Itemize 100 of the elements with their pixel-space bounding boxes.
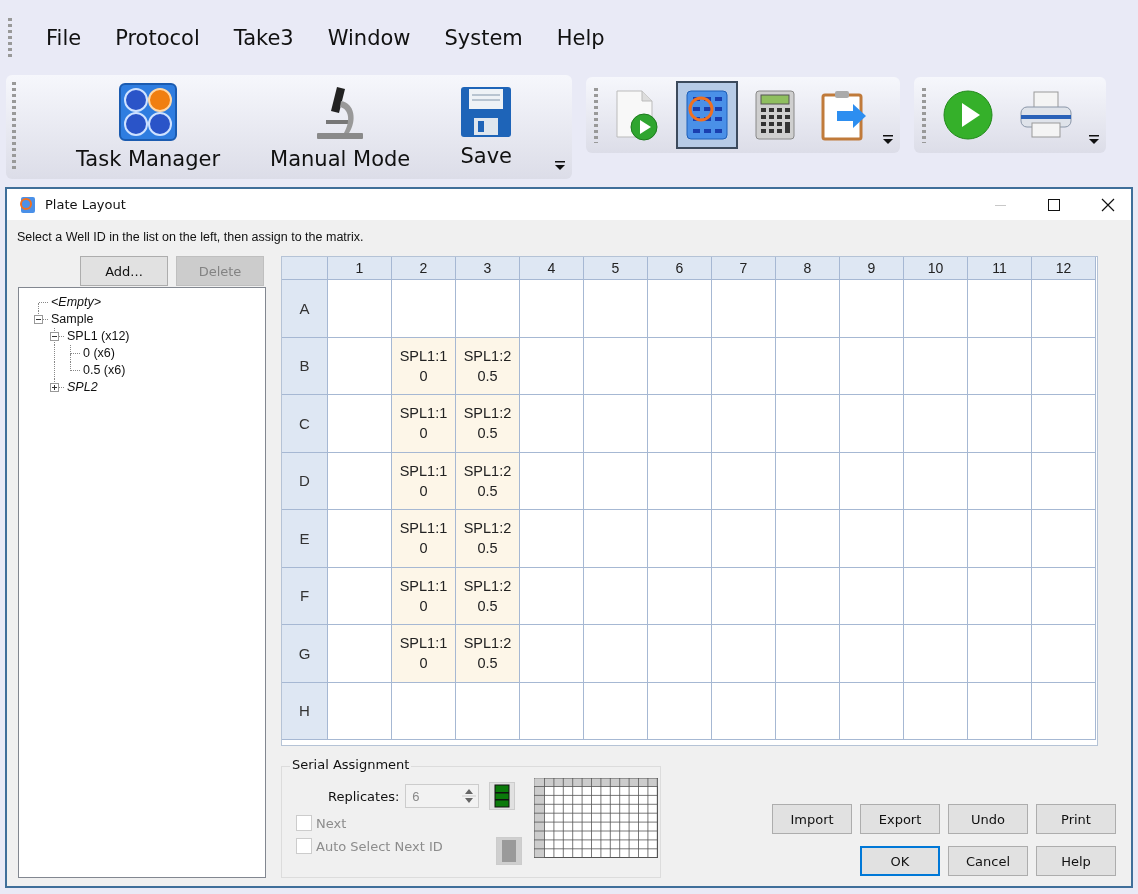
well-cell[interactable] bbox=[1032, 682, 1096, 740]
well-cell[interactable] bbox=[584, 682, 648, 740]
row-header[interactable]: B bbox=[282, 337, 328, 395]
well-cell[interactable] bbox=[648, 395, 712, 453]
column-header[interactable]: 3 bbox=[456, 257, 520, 280]
well-cell[interactable] bbox=[776, 510, 840, 568]
well-cell[interactable] bbox=[776, 280, 840, 338]
well-cell[interactable] bbox=[968, 682, 1032, 740]
well-cell[interactable] bbox=[904, 567, 968, 625]
toolbar-overflow-icon[interactable] bbox=[1088, 133, 1100, 145]
well-cell[interactable] bbox=[712, 625, 776, 683]
well-cell[interactable] bbox=[584, 452, 648, 510]
well-cell[interactable] bbox=[712, 682, 776, 740]
tree-item[interactable]: SPL1 (x12) bbox=[63, 328, 130, 345]
toolbar-button[interactable]: Save bbox=[450, 82, 523, 172]
well-cell[interactable] bbox=[1032, 395, 1096, 453]
well-cell[interactable] bbox=[520, 280, 584, 338]
well-cell[interactable] bbox=[1032, 337, 1096, 395]
well-cell[interactable] bbox=[840, 280, 904, 338]
well-cell[interactable] bbox=[840, 625, 904, 683]
well-cell[interactable] bbox=[776, 337, 840, 395]
well-cell[interactable] bbox=[328, 395, 392, 453]
well-cell[interactable] bbox=[648, 567, 712, 625]
well-cell[interactable] bbox=[968, 625, 1032, 683]
column-fill-button[interactable] bbox=[489, 782, 516, 810]
well-cell[interactable] bbox=[328, 337, 392, 395]
tree-item[interactable]: <Empty> bbox=[47, 294, 102, 311]
toolbar-button[interactable]: Manual Mode bbox=[260, 79, 421, 175]
well-cell[interactable] bbox=[904, 452, 968, 510]
well-cell[interactable] bbox=[968, 395, 1032, 453]
well-cell[interactable] bbox=[648, 682, 712, 740]
column-header[interactable]: 7 bbox=[712, 257, 776, 280]
well-cell[interactable] bbox=[904, 510, 968, 568]
row-header[interactable]: C bbox=[282, 395, 328, 453]
well-cell[interactable] bbox=[520, 682, 584, 740]
column-header[interactable]: 10 bbox=[904, 257, 968, 280]
tree-item[interactable]: 0 (x6) bbox=[79, 345, 115, 362]
well-cell[interactable] bbox=[776, 395, 840, 453]
well-cell[interactable]: SPL1:1 0 bbox=[392, 395, 456, 453]
dialog-button[interactable]: OK bbox=[860, 846, 940, 876]
column-header[interactable]: 12 bbox=[1032, 257, 1096, 280]
well-cell[interactable] bbox=[904, 625, 968, 683]
well-cell[interactable] bbox=[840, 395, 904, 453]
well-cell[interactable]: SPL1:1 0 bbox=[392, 510, 456, 568]
well-cell[interactable] bbox=[840, 510, 904, 568]
well-cell[interactable] bbox=[328, 452, 392, 510]
well-cell[interactable]: SPL1:1 0 bbox=[392, 567, 456, 625]
row-header[interactable]: A bbox=[282, 280, 328, 338]
well-cell[interactable] bbox=[520, 625, 584, 683]
tree-item[interactable]: SPL2 bbox=[63, 379, 98, 396]
well-cell[interactable] bbox=[712, 510, 776, 568]
well-cell[interactable] bbox=[584, 337, 648, 395]
well-cell[interactable] bbox=[840, 682, 904, 740]
well-cell[interactable] bbox=[1032, 567, 1096, 625]
well-cell[interactable]: SPL1:2 0.5 bbox=[456, 567, 520, 625]
well-cell[interactable] bbox=[648, 625, 712, 683]
well-cell[interactable]: SPL1:1 0 bbox=[392, 337, 456, 395]
tree-item[interactable]: Sample bbox=[47, 311, 94, 328]
well-cell[interactable] bbox=[648, 452, 712, 510]
well-cell[interactable] bbox=[520, 395, 584, 453]
well-cell[interactable] bbox=[1032, 280, 1096, 338]
collapse-icon[interactable] bbox=[50, 332, 59, 341]
menu-item[interactable]: Window bbox=[327, 25, 411, 50]
well-cell[interactable] bbox=[648, 337, 712, 395]
dialog-button[interactable]: Cancel bbox=[948, 846, 1028, 876]
well-cell[interactable] bbox=[904, 280, 968, 338]
well-cell[interactable] bbox=[648, 280, 712, 338]
well-cell[interactable]: SPL1:1 0 bbox=[392, 452, 456, 510]
well-cell[interactable] bbox=[904, 337, 968, 395]
well-cell[interactable] bbox=[328, 567, 392, 625]
well-cell[interactable] bbox=[1032, 510, 1096, 568]
well-cell[interactable] bbox=[1032, 625, 1096, 683]
column-header[interactable]: 4 bbox=[520, 257, 584, 280]
menu-item[interactable]: Help bbox=[556, 25, 605, 50]
dialog-button[interactable]: Help bbox=[1036, 846, 1116, 876]
row-header[interactable]: G bbox=[282, 625, 328, 683]
well-cell[interactable] bbox=[776, 452, 840, 510]
column-header[interactable]: 6 bbox=[648, 257, 712, 280]
well-cell[interactable] bbox=[584, 280, 648, 338]
well-cell[interactable] bbox=[840, 337, 904, 395]
well-cell[interactable] bbox=[968, 452, 1032, 510]
dialog-button[interactable]: Import bbox=[772, 804, 852, 834]
tree-item[interactable]: 0.5 (x6) bbox=[79, 362, 126, 379]
column-header[interactable]: 9 bbox=[840, 257, 904, 280]
well-cell[interactable] bbox=[520, 510, 584, 568]
well-cell[interactable]: SPL1:2 0.5 bbox=[456, 510, 520, 568]
dialog-button[interactable]: Undo bbox=[948, 804, 1028, 834]
well-cell[interactable] bbox=[328, 280, 392, 338]
row-header[interactable]: F bbox=[282, 567, 328, 625]
well-cell[interactable] bbox=[968, 567, 1032, 625]
toolbar-overflow-icon[interactable] bbox=[554, 159, 566, 171]
well-cell[interactable] bbox=[520, 337, 584, 395]
menu-item[interactable]: System bbox=[444, 25, 523, 50]
well-cell[interactable] bbox=[392, 682, 456, 740]
dialog-button[interactable]: Print bbox=[1036, 804, 1116, 834]
menu-item[interactable]: File bbox=[46, 25, 82, 50]
column-header[interactable]: 2 bbox=[392, 257, 456, 280]
column-header[interactable]: 1 bbox=[328, 257, 392, 280]
well-cell[interactable] bbox=[328, 510, 392, 568]
well-cell[interactable] bbox=[712, 337, 776, 395]
